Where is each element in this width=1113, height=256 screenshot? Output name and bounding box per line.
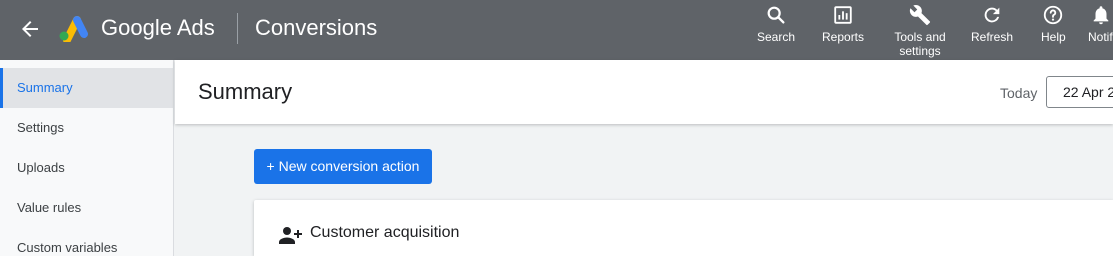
card-title: Customer acquisition — [310, 224, 460, 241]
back-arrow-icon[interactable] — [18, 17, 42, 41]
customer-acquisition-card: Customer acquisition — [254, 200, 1113, 256]
tools-and-settings-label: Tools and settings — [894, 30, 946, 58]
new-conversion-action-button[interactable]: + New conversion action — [254, 149, 432, 184]
google-ads-logo-icon — [59, 16, 88, 42]
bell-icon — [1093, 6, 1109, 25]
page-title: Summary — [198, 79, 293, 104]
refresh-button[interactable]: Refresh — [971, 4, 1013, 44]
help-button[interactable]: Help — [1041, 4, 1066, 44]
sidebar-item-summary[interactable]: Summary — [0, 68, 173, 108]
header-divider — [237, 13, 238, 44]
search-button[interactable]: Search — [757, 4, 795, 44]
search-label: Search — [757, 30, 796, 44]
notifications-label: Notifications — [1088, 30, 1113, 44]
page-header: Summary Today 22 Apr 2 — [175, 60, 1113, 124]
help-icon — [1044, 5, 1063, 25]
sidebar-nav: Summary Settings Uploads Value rules Cus… — [0, 60, 174, 256]
reports-icon — [834, 6, 852, 24]
brand-ads: Ads — [176, 15, 215, 40]
date-range-picker[interactable]: 22 Apr 2 — [1046, 76, 1113, 108]
refresh-icon — [984, 7, 1000, 23]
help-label: Help — [1041, 30, 1066, 44]
tools-and-settings-button[interactable]: Tools and settings — [890, 4, 950, 58]
reports-button[interactable]: Reports — [822, 4, 864, 44]
sidebar-item-uploads[interactable]: Uploads — [0, 148, 173, 188]
wrench-icon — [909, 5, 931, 26]
page-section-title: Conversions — [255, 15, 378, 40]
search-icon — [767, 6, 785, 24]
add-person-icon — [279, 227, 302, 244]
reports-label: Reports — [822, 30, 865, 44]
top-app-bar: Google Ads Conversions Search Reports To… — [0, 0, 1113, 60]
brand-google: Google — [101, 15, 172, 40]
date-range-label: Today — [1000, 85, 1038, 101]
refresh-label: Refresh — [971, 30, 1014, 44]
sidebar-item-value-rules[interactable]: Value rules — [0, 188, 173, 228]
sidebar-item-settings[interactable]: Settings — [0, 108, 173, 148]
sidebar-item-custom-variables[interactable]: Custom variables — [0, 228, 173, 256]
notifications-button[interactable]: Notifications — [1088, 4, 1113, 44]
brand-name: Google Ads — [101, 15, 215, 41]
